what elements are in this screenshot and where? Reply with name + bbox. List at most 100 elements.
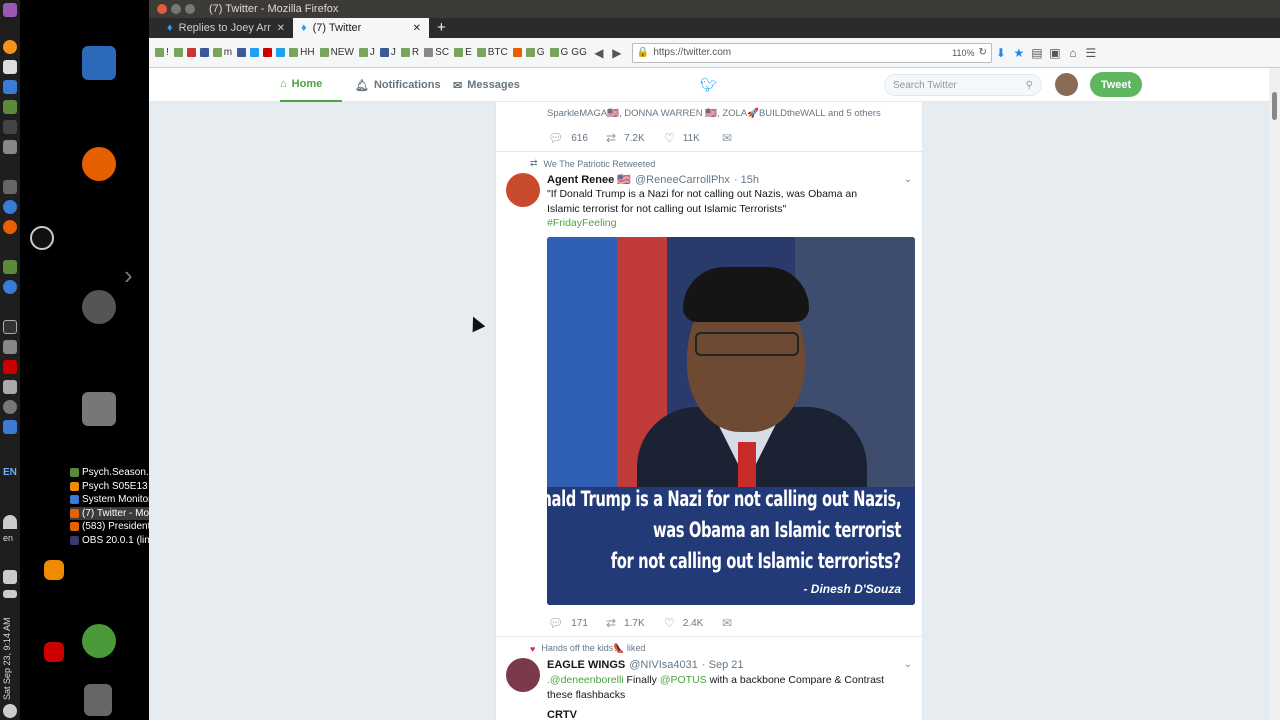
author-handle[interactable]: @ReneeCarrollPhx <box>635 174 730 186</box>
url-bar[interactable]: 🔒 https://twitter.com 110% ↻ <box>631 42 992 63</box>
user-transfer-icon[interactable] <box>82 624 116 658</box>
bookmark[interactable]: HH <box>300 47 314 58</box>
bookmark-icon[interactable] <box>173 48 183 57</box>
tools-icon[interactable] <box>3 340 17 354</box>
writer-icon[interactable] <box>82 46 116 80</box>
bookmark-icon[interactable] <box>379 48 389 57</box>
like-context[interactable]: ♥ Hands off the kids👠 liked <box>530 643 645 654</box>
firefox-small-icon[interactable] <box>3 220 17 234</box>
chevron-right-icon[interactable]: › <box>124 262 138 288</box>
bookmark-icon[interactable] <box>212 48 222 57</box>
new-tab-button[interactable]: + <box>429 19 454 38</box>
back-icon[interactable]: ◀ <box>590 46 608 60</box>
ubuntu-circle-icon[interactable] <box>82 290 116 324</box>
retweet-context[interactable]: ⇄ We The Patriotic Retweeted <box>530 158 655 169</box>
bookmark-icon[interactable] <box>289 48 299 57</box>
bookmark-icon[interactable] <box>512 48 522 57</box>
spreadsheet-icon[interactable] <box>3 100 17 114</box>
keyboard-layout[interactable]: en <box>3 533 13 543</box>
search-input[interactable]: Search Twitter ⚲ <box>884 74 1042 96</box>
terminal-icon[interactable] <box>3 320 17 334</box>
maximize-window-icon[interactable] <box>185 4 195 14</box>
nav-messages[interactable]: ✉ Messages <box>453 68 520 102</box>
calendar-icon[interactable] <box>3 80 17 94</box>
hashtag-link[interactable]: #FridayFeeling <box>547 216 616 231</box>
bookmark[interactable]: BTC <box>488 47 508 58</box>
chrome-icon[interactable] <box>3 280 17 294</box>
clock[interactable]: Sat Sep 23, 9:14 AM <box>2 600 18 700</box>
dm-button[interactable]: ✉ <box>722 131 780 145</box>
author-handle[interactable]: @NIVIsa4031 <box>629 659 698 671</box>
bookmark-icon[interactable] <box>319 48 329 57</box>
bookmark-icon[interactable] <box>250 48 260 57</box>
avatar[interactable] <box>506 658 540 692</box>
download-icon[interactable]: ⬇ <box>992 46 1010 60</box>
mention-link[interactable]: @POTUS <box>660 674 707 686</box>
nav-notifications[interactable]: 🔔︎ Notifications <box>355 68 441 102</box>
bookmark[interactable]: m <box>224 47 232 58</box>
reload-icon[interactable]: ↻ <box>978 47 986 58</box>
tab-twitter[interactable]: ♦ (7) Twitter ✕ <box>293 18 429 38</box>
bookmark-star-icon[interactable]: ★ <box>1010 46 1028 60</box>
tab-replies[interactable]: ♦ Replies to Joey Arnold ✕ <box>159 18 293 38</box>
network-icon[interactable] <box>3 420 17 434</box>
bookmark[interactable]: R <box>412 47 419 58</box>
retweet-button[interactable]: ⇄ 7.2K <box>606 131 664 145</box>
like-button[interactable]: ♡ 2.4K <box>664 616 722 630</box>
chevron-down-icon[interactable]: ⌄ <box>904 659 912 670</box>
obs-icon[interactable] <box>30 226 54 250</box>
bookmark[interactable]: SC <box>435 47 449 58</box>
volume-icon[interactable] <box>3 570 17 584</box>
forward-icon[interactable]: ▶ <box>608 46 626 60</box>
minimize-window-icon[interactable] <box>171 4 181 14</box>
nav-home[interactable]: ⌂ Home <box>280 68 342 102</box>
filezilla-icon[interactable] <box>44 642 64 662</box>
menu-icon[interactable]: ☰ <box>1082 46 1100 60</box>
retweet-button[interactable]: ⇄ 1.7K <box>606 616 664 630</box>
wifi-icon[interactable] <box>3 515 17 529</box>
bookmark-icon[interactable] <box>358 48 368 57</box>
url-text[interactable]: https://twitter.com <box>653 47 731 58</box>
home-icon[interactable]: ⌂ <box>1064 46 1082 60</box>
bookmark-icon[interactable] <box>476 48 486 57</box>
bookmark-icon[interactable] <box>525 48 535 57</box>
search-icon[interactable]: ⚲ <box>1026 80 1033 91</box>
close-tab-icon[interactable]: ✕ <box>277 23 285 34</box>
grid-icon[interactable] <box>3 120 17 134</box>
tweet-time[interactable]: · Sep 21 <box>702 659 744 671</box>
twitter-bird-icon[interactable]: 🐦︎ <box>700 77 718 94</box>
library-icon[interactable]: ▤ <box>1028 46 1046 60</box>
reply-button[interactable]: 💬︎ 616 <box>548 131 606 145</box>
chevron-down-icon[interactable]: ⌄ <box>904 174 912 185</box>
bookmark-icon[interactable] <box>263 48 273 57</box>
gamepad-icon[interactable] <box>3 380 17 394</box>
archive-icon[interactable] <box>82 392 116 426</box>
trash-icon[interactable] <box>84 684 112 716</box>
tweet-image[interactable]: If Donald Trump is a Nazi for not callin… <box>547 237 915 605</box>
bookmark[interactable]: GG <box>571 47 587 58</box>
globe-icon[interactable] <box>3 200 17 214</box>
card-label[interactable]: CRTV <box>547 709 577 720</box>
vlc-icon[interactable] <box>44 560 64 580</box>
battery-icon[interactable] <box>3 590 17 598</box>
bookmark-icon[interactable] <box>199 48 209 57</box>
chart-icon[interactable] <box>3 260 17 274</box>
power-icon[interactable] <box>3 704 17 718</box>
close-tab-icon[interactable]: ✕ <box>413 23 421 34</box>
filezilla-small-icon[interactable] <box>3 360 17 374</box>
tweet-button[interactable]: Tweet <box>1090 72 1142 97</box>
bookmark[interactable]: J <box>370 47 375 58</box>
liked-by-text[interactable]: SparkleMAGA🇺🇸, DONNA WARREN 🇺🇸, ZOLA🚀BUI… <box>547 107 881 122</box>
language-indicator[interactable]: EN <box>3 467 17 478</box>
bookmark-icon[interactable] <box>400 48 410 57</box>
reply-button[interactable]: 💬︎ 171 <box>548 616 606 630</box>
bookmark[interactable]: ! <box>166 47 169 58</box>
monitor-icon[interactable] <box>3 180 17 194</box>
bookmark-icon[interactable] <box>155 48 164 57</box>
bookmark-icon[interactable] <box>549 48 559 57</box>
youtube-icon[interactable]: ▣ <box>1046 46 1064 60</box>
bookmark[interactable]: E <box>465 47 472 58</box>
bookmark-icon[interactable] <box>237 48 247 57</box>
mention-link[interactable]: .@deneenborelli <box>547 674 624 686</box>
firefox-icon[interactable] <box>82 147 116 181</box>
